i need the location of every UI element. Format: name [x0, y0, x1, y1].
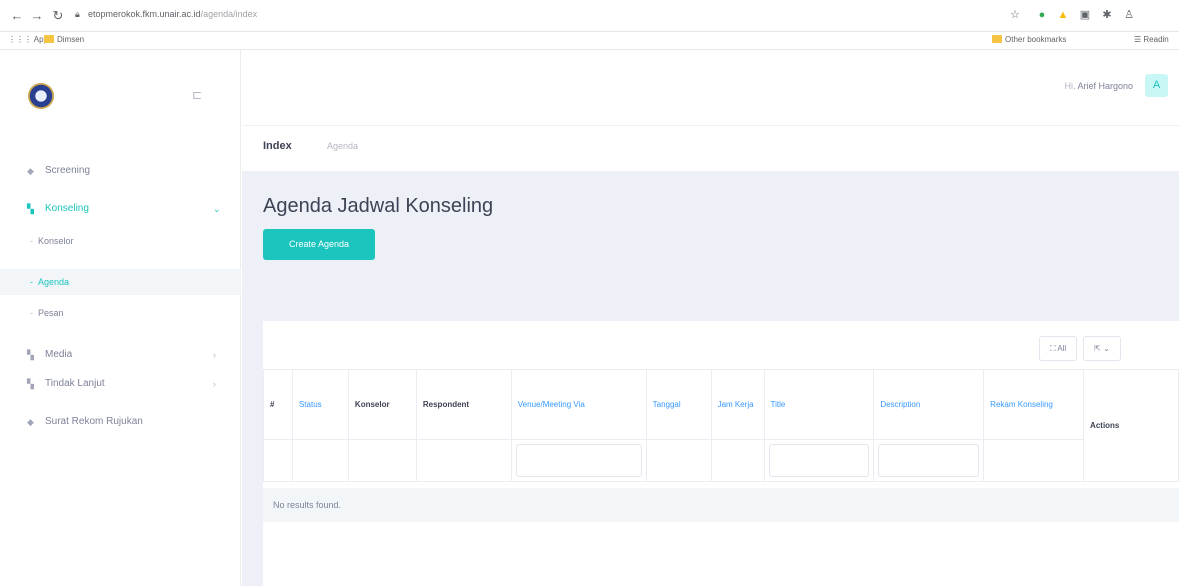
sidebar-subitem-label: Agenda [38, 277, 70, 287]
back-icon[interactable]: ← [8, 7, 26, 25]
sidebar: ⊏ ◆ Screening ▚ Konseling ⌄ - Konselor -… [0, 50, 241, 586]
column-header-rekam-konseling[interactable]: Rekam Konseling [983, 369, 1085, 440]
drive-extension-icon[interactable]: ▲ [1056, 8, 1070, 22]
column-header-actions: Actions [1083, 369, 1179, 482]
agenda-table: # Status Konselor Respondent Venue/Meeti… [263, 369, 1179, 482]
chevron-right-icon: › [213, 379, 216, 389]
avatar[interactable]: A [1145, 74, 1168, 97]
breadcrumb-link-agenda[interactable]: Agenda [327, 141, 358, 151]
export-button[interactable]: ⇱ ⌄ [1083, 336, 1121, 361]
collapse-sidebar-icon[interactable]: ⊏ [192, 88, 202, 102]
column-header-number: # [263, 369, 293, 440]
top-header: Hi, Arief Hargono A [242, 50, 1179, 125]
screening-icon: ◆ [27, 166, 34, 176]
puzzle-icon[interactable]: ✱ [1100, 8, 1114, 22]
forward-icon[interactable]: → [28, 7, 46, 25]
filter-cell [510, 439, 647, 482]
bookmark-reading-list[interactable]: ☰ Readin [1134, 35, 1169, 44]
column-header-venue[interactable]: Venue/Meeting Via [510, 369, 647, 440]
profile-icon[interactable]: ♙ [1122, 8, 1136, 22]
url-path: /agenda/index [200, 9, 258, 19]
folder-icon [44, 35, 54, 43]
column-header-tanggal[interactable]: Tanggal [645, 369, 712, 440]
bookmarks-bar: ⋮⋮⋮ Apps Dimsen Other bookmarks ☰ Readin [0, 32, 1179, 50]
bookmark-other[interactable]: Other bookmarks [992, 35, 1066, 44]
star-icon[interactable]: ☆ [1008, 8, 1022, 22]
toggle-all-label: All [1057, 344, 1067, 353]
sidebar-item-label: Tindak Lanjut [45, 378, 105, 389]
bullet-icon: - [30, 277, 33, 287]
title-filter-input[interactable] [768, 444, 870, 477]
filter-cell [710, 439, 765, 482]
sidebar-item-screening[interactable]: ◆ Screening [0, 157, 241, 185]
extension-icon[interactable]: ▣ [1078, 8, 1092, 22]
user-greeting[interactable]: Hi, Arief Hargono [1064, 81, 1133, 91]
reload-icon[interactable]: ↻ [49, 7, 67, 25]
filter-cell [347, 439, 417, 482]
surat-icon: ◆ [27, 417, 34, 427]
breadcrumb: Index Agenda [242, 125, 1179, 171]
sidebar-item-tindak-lanjut[interactable]: ▚ Tindak Lanjut › [0, 370, 241, 398]
main-content: Agenda Jadwal Konseling Create Agenda ⛶ … [242, 171, 1179, 586]
filter-cell [763, 439, 875, 482]
sidebar-item-label: Konseling [45, 203, 89, 214]
table-header-row: # Status Konselor Respondent Venue/Meeti… [263, 369, 1179, 482]
grid-card: ⛶ All ⇱ ⌄ # Status Konselor Respondent V… [263, 321, 1179, 586]
sidebar-item-media[interactable]: ▚ Media › [0, 341, 241, 369]
sidebar-subitem-agenda[interactable]: - Agenda [0, 269, 241, 295]
column-header-jam-kerja[interactable]: Jam Kerja [710, 369, 765, 440]
column-header-description[interactable]: Description [873, 369, 985, 440]
konseling-icon: ▚ [27, 204, 34, 214]
create-agenda-button[interactable]: Create Agenda [263, 229, 375, 260]
empty-message: No results found. [263, 488, 1179, 522]
bullet-icon: - [30, 308, 33, 318]
export-icon: ⇱ [1094, 344, 1101, 353]
user-name: Arief Hargono [1077, 81, 1133, 91]
description-filter-input[interactable] [878, 444, 980, 477]
filter-cell [983, 439, 1085, 482]
chevron-down-icon: ⌄ [1103, 344, 1110, 353]
reading-list-icon: ☰ [1134, 35, 1144, 44]
folder-icon [992, 35, 1002, 43]
chevron-down-icon: ⌄ [213, 204, 221, 214]
sidebar-subitem-label: Konselor [38, 236, 74, 246]
tindak-lanjut-icon: ▚ [27, 379, 34, 389]
sidebar-subitem-label: Pesan [38, 308, 64, 318]
filter-row [263, 439, 1179, 482]
sidebar-item-label: Screening [45, 165, 91, 176]
venue-filter-input[interactable] [515, 444, 642, 477]
sidebar-subitem-pesan[interactable]: - Pesan [0, 300, 241, 326]
logo[interactable] [28, 83, 54, 109]
browser-toolbar: ← → ↻ 🔒︎ etopmerokok.fkm.unair.ac.id/age… [0, 0, 1179, 32]
column-header-respondent: Respondent [415, 369, 512, 440]
toggle-all-button[interactable]: ⛶ All [1039, 336, 1077, 361]
lock-icon: 🔒︎ [75, 9, 80, 19]
sidebar-item-label: Surat Rekom Rujukan [45, 416, 143, 427]
sidebar-subitem-konselor[interactable]: - Konselor [0, 228, 241, 254]
filter-cell [291, 439, 349, 482]
filter-cell [645, 439, 712, 482]
column-header-title[interactable]: Title [763, 369, 875, 440]
filter-cell [873, 439, 985, 482]
sidebar-item-konseling[interactable]: ▚ Konseling ⌄ [0, 195, 241, 223]
filter-cell [263, 439, 293, 482]
greeting-text: Hi, [1064, 81, 1076, 91]
sidebar-item-surat-rekom-rujukan[interactable]: ◆ Surat Rekom Rujukan [0, 408, 241, 436]
column-header-konselor: Konselor [347, 369, 417, 440]
url-host: etopmerokok.fkm.unair.ac.id [88, 9, 201, 19]
breadcrumb-title: Index [263, 140, 292, 152]
column-header-status[interactable]: Status [291, 369, 349, 440]
media-icon: ▚ [27, 350, 34, 360]
apps-grid-icon: ⋮⋮⋮ [8, 35, 34, 44]
sidebar-item-label: Media [45, 349, 73, 360]
bookmark-dimsen[interactable]: Dimsen [44, 35, 84, 44]
address-bar[interactable]: etopmerokok.fkm.unair.ac.id/agenda/index [88, 9, 257, 19]
bullet-icon: - [30, 236, 33, 246]
chevron-right-icon: › [213, 350, 216, 360]
page-title: Agenda Jadwal Konseling [263, 195, 494, 217]
green-circle-extension-icon[interactable]: ● [1035, 8, 1049, 22]
filter-cell [415, 439, 512, 482]
